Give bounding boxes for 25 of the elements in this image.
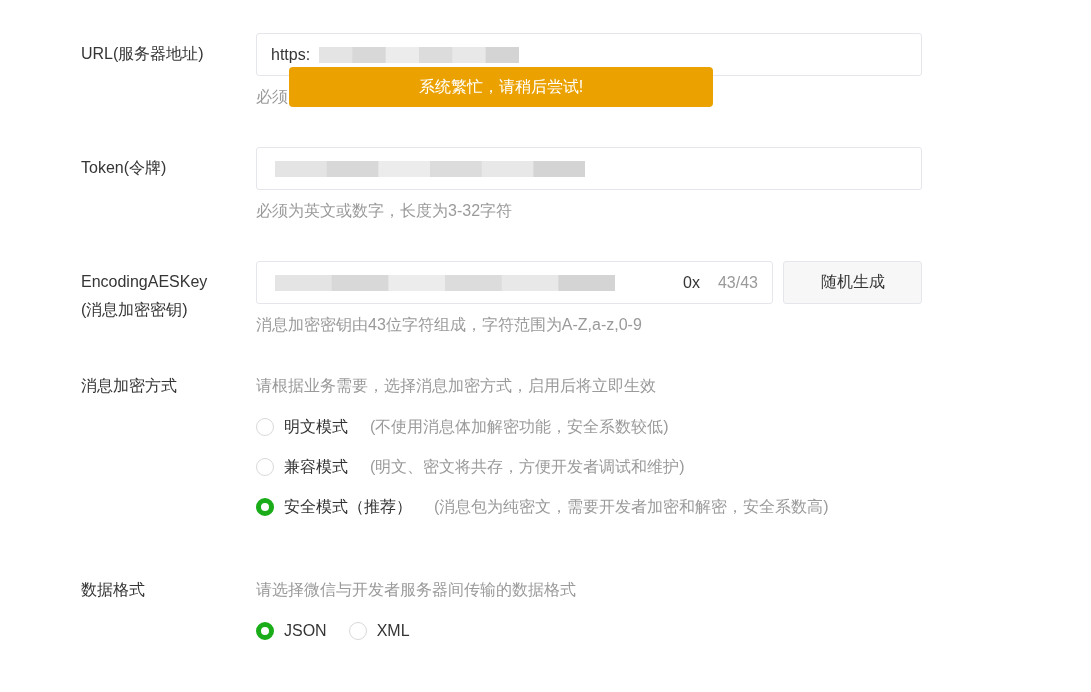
field-hint: 必须为英文或数字，长度为3-32字符 <box>256 201 513 221</box>
radio-label[interactable]: XML <box>376 622 410 640</box>
section-label: 消息加密方式 <box>81 376 178 396</box>
field-label: URL(服务器地址) <box>81 44 205 64</box>
radio-button[interactable] <box>256 498 274 516</box>
radio-label[interactable]: 兼容模式 <box>284 456 348 478</box>
error-toast: 系统繁忙，请稍后尝试! <box>289 67 713 107</box>
field-label: EncodingAESKey (消息加密密钥) <box>81 272 209 320</box>
radio-label[interactable]: JSON <box>284 622 327 640</box>
input-field[interactable]: 0x 43/43 <box>256 261 773 304</box>
field-hint: 必须 <box>256 87 288 107</box>
section-description: 请选择微信与开发者服务器间传输的数据格式 <box>256 580 577 600</box>
option-note: (不使用消息体加解密功能，安全系数较低) <box>370 416 669 437</box>
field-hint: 消息加密密钥由43位字符组成，字符范围为A-Z,a-z,0-9 <box>256 315 642 335</box>
option-note: (明文、密文将共存，方便开发者调试和维护) <box>370 456 685 477</box>
radio-label[interactable]: 明文模式 <box>284 416 348 438</box>
generate-button[interactable]: 随机生成 <box>783 261 922 304</box>
section-description: 请根据业务需要，选择消息加密方式，启用后将立即生效 <box>256 376 657 396</box>
input-field[interactable] <box>256 147 922 190</box>
char-counter: 43/43 <box>717 273 758 292</box>
radio-label[interactable]: 安全模式（推荐） <box>284 496 412 518</box>
section-label: 数据格式 <box>81 580 146 600</box>
field-label: Token(令牌) <box>81 158 168 178</box>
radio-button[interactable] <box>256 622 274 640</box>
option-note: (消息包为纯密文，需要开发者加密和解密，安全系数高) <box>434 496 829 517</box>
